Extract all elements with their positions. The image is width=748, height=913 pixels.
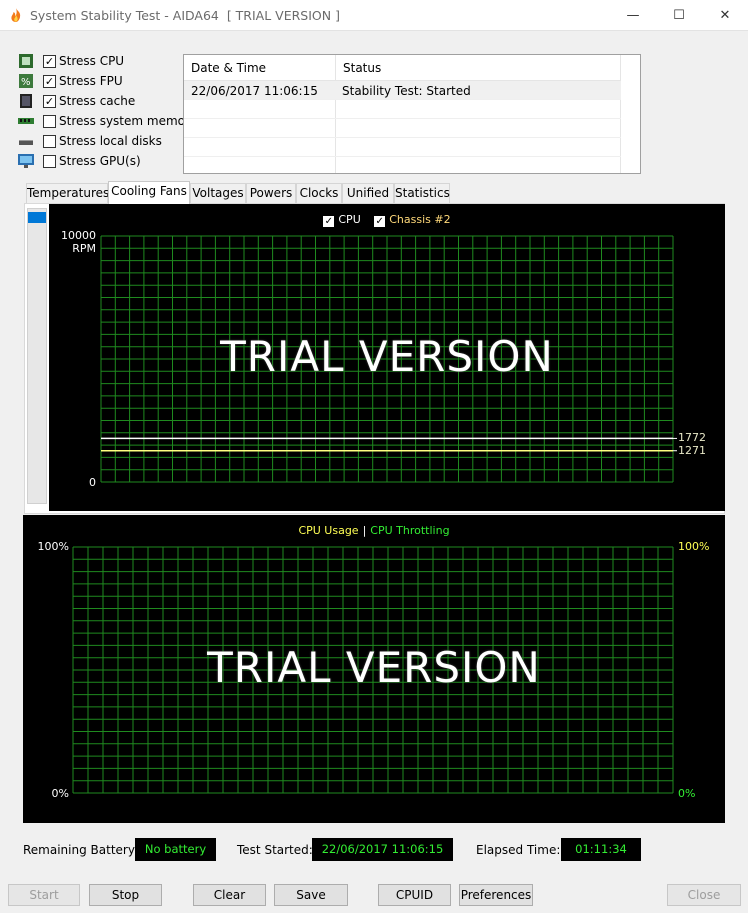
tab-voltages[interactable]: Voltages bbox=[190, 183, 246, 203]
y-axis-unit-label: RPM bbox=[72, 242, 96, 255]
window-title: System Stability Test - AIDA64 [ TRIAL V… bbox=[30, 8, 340, 23]
stress-cpu-option[interactable]: ✓ Stress CPU bbox=[18, 53, 188, 71]
chassis-series-checkbox[interactable]: ✓ bbox=[374, 216, 386, 227]
usage-axis-min-label: 0% bbox=[51, 787, 69, 800]
stress-disks-option[interactable]: Stress local disks bbox=[18, 133, 188, 151]
disk-drive-icon bbox=[19, 140, 33, 145]
usage-right-max-label: 100% bbox=[678, 540, 710, 553]
usage-axis-max-label: 100% bbox=[37, 540, 69, 553]
stress-cache-label: Stress cache bbox=[59, 94, 136, 108]
monitor-icon bbox=[18, 154, 34, 168]
column-header-status[interactable]: Status bbox=[336, 55, 621, 81]
status-log-table[interactable]: Date & Time Status 22/06/2017 11:06:15 S… bbox=[183, 54, 641, 174]
stress-fpu-checkbox[interactable]: ✓ bbox=[43, 75, 56, 88]
stress-cpu-checkbox[interactable]: ✓ bbox=[43, 55, 56, 68]
fpu-icon: % bbox=[19, 74, 33, 88]
tab-statistics[interactable]: Statistics bbox=[394, 183, 450, 203]
cpuid-button[interactable]: CPUID bbox=[378, 884, 451, 906]
minimize-icon: — bbox=[626, 8, 640, 23]
chassis-fan-value-label: 1271 bbox=[678, 444, 706, 457]
title-bar: System Stability Test - AIDA64 [ TRIAL V… bbox=[0, 0, 748, 31]
stress-memory-option[interactable]: Stress system memory bbox=[18, 113, 197, 131]
stress-fpu-option[interactable]: % ✓ Stress FPU bbox=[18, 73, 188, 91]
cpu-fan-value-label: 1772 bbox=[678, 431, 706, 444]
aida64-flame-icon bbox=[11, 8, 21, 22]
maximize-button[interactable]: ☐ bbox=[656, 0, 702, 31]
clear-button[interactable]: Clear bbox=[193, 884, 266, 906]
preferences-button[interactable]: Preferences bbox=[459, 884, 533, 906]
table-row bbox=[184, 119, 621, 138]
chassis-series-label: Chassis #2 bbox=[389, 213, 451, 226]
usage-right-min-label: 0% bbox=[678, 787, 696, 800]
cpu-throttling-legend: CPU Throttling bbox=[370, 524, 450, 537]
y-axis-max-label: 10000 bbox=[61, 229, 96, 242]
slider-thumb[interactable] bbox=[28, 212, 46, 223]
fan-graph-legend: ✓ CPU ✓ Chassis #2 bbox=[49, 213, 725, 227]
table-header: Date & Time Status bbox=[184, 55, 621, 81]
cpu-series-label: CPU bbox=[338, 213, 361, 226]
cpu-series-checkbox[interactable]: ✓ bbox=[323, 216, 335, 227]
trial-watermark: TRIAL VERSION bbox=[207, 643, 541, 692]
cpu-chip-icon bbox=[19, 54, 33, 68]
tab-unified[interactable]: Unified bbox=[342, 183, 394, 203]
battery-label: Remaining Battery: bbox=[23, 843, 139, 857]
test-started-value: 22/06/2017 11:06:15 bbox=[312, 838, 453, 861]
stress-cache-checkbox[interactable]: ✓ bbox=[43, 95, 56, 108]
minimize-button[interactable]: — bbox=[610, 0, 656, 31]
stress-disks-label: Stress local disks bbox=[59, 134, 162, 148]
stress-cache-option[interactable]: ✓ Stress cache bbox=[18, 93, 188, 111]
graph-scale-slider[interactable] bbox=[27, 208, 47, 504]
cache-chip-icon bbox=[20, 94, 32, 108]
maximize-icon: ☐ bbox=[673, 8, 685, 23]
cpu-usage-graph: CPU Usage | CPU Throttling 100% 0% 100% 0%… bbox=[23, 515, 725, 823]
y-axis-min-label: 0 bbox=[89, 476, 96, 489]
start-button[interactable]: Start bbox=[8, 884, 80, 906]
stress-cpu-label: Stress CPU bbox=[59, 54, 125, 68]
table-row bbox=[184, 100, 621, 119]
close-icon: ✕ bbox=[719, 8, 731, 23]
elapsed-time-label: Elapsed Time: bbox=[476, 843, 561, 857]
save-button[interactable]: Save bbox=[274, 884, 348, 906]
stress-gpu-checkbox[interactable] bbox=[43, 155, 56, 168]
stress-gpu-label: Stress GPU(s) bbox=[59, 154, 141, 168]
table-row[interactable]: 22/06/2017 11:06:15 Stability Test: Star… bbox=[184, 81, 621, 100]
row-status: Stability Test: Started bbox=[342, 84, 471, 98]
tab-temperatures[interactable]: Temperatures bbox=[26, 183, 109, 203]
legend-separator: | bbox=[362, 524, 367, 537]
elapsed-time-value: 01:11:34 bbox=[561, 838, 641, 861]
battery-value: No battery bbox=[135, 838, 216, 861]
svg-text:%: % bbox=[21, 77, 31, 88]
test-started-label: Test Started: bbox=[237, 843, 313, 857]
table-row bbox=[184, 138, 621, 157]
tab-clocks[interactable]: Clocks bbox=[296, 183, 342, 203]
cooling-fans-graph: ✓ CPU ✓ Chassis #2 10000 RPM 0 TRIAL VERSI… bbox=[49, 204, 725, 511]
cpu-usage-legend: CPU Usage bbox=[298, 524, 359, 537]
tab-cooling-fans[interactable]: Cooling Fans bbox=[108, 181, 190, 204]
stress-disks-checkbox[interactable] bbox=[43, 135, 56, 148]
usage-graph-legend: CPU Usage | CPU Throttling bbox=[23, 524, 725, 537]
stress-gpu-option[interactable]: Stress GPU(s) bbox=[18, 153, 188, 171]
close-window-button[interactable]: ✕ bbox=[702, 0, 748, 31]
trial-watermark: TRIAL VERSION bbox=[220, 332, 554, 381]
stress-memory-checkbox[interactable] bbox=[43, 115, 56, 128]
tab-powers[interactable]: Powers bbox=[246, 183, 296, 203]
close-button[interactable]: Close bbox=[667, 884, 741, 906]
stress-fpu-label: Stress FPU bbox=[59, 74, 123, 88]
stop-button[interactable]: Stop bbox=[89, 884, 162, 906]
stress-memory-label: Stress system memory bbox=[59, 114, 198, 128]
row-datetime: 22/06/2017 11:06:15 bbox=[191, 84, 318, 98]
memory-module-icon bbox=[18, 118, 34, 124]
column-header-datetime[interactable]: Date & Time bbox=[184, 55, 336, 81]
